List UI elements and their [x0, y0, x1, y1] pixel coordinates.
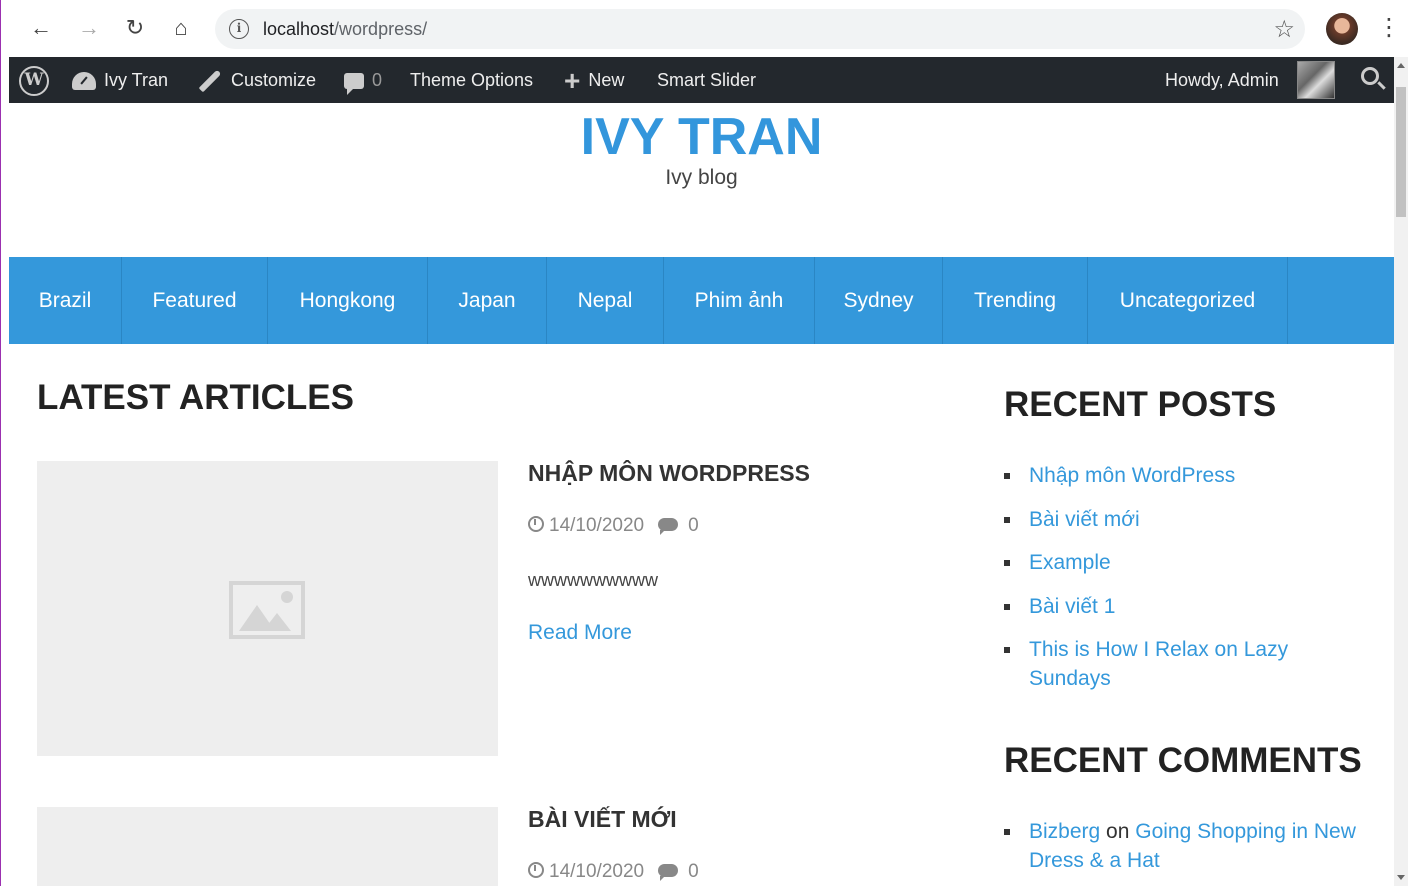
list-item: Bizberg on Going Shopping in New Dress &…	[1004, 817, 1374, 875]
post-title[interactable]: BÀI VIẾT MỚI	[528, 806, 677, 833]
nav-item-featured[interactable]: Featured	[122, 257, 268, 344]
list-item: Example	[1004, 548, 1374, 577]
wp-admin-bar: W Ivy Tran Customize 0 Theme Options + Ne…	[9, 57, 1394, 103]
nav-item-phim-anh[interactable]: Phim ảnh	[664, 257, 815, 344]
address-bar[interactable]: i localhost/wordpress/ ☆	[215, 9, 1305, 49]
admin-avatar[interactable]	[1297, 61, 1335, 99]
home-icon[interactable]: ⌂	[167, 14, 195, 42]
clock-icon	[528, 516, 544, 532]
nav-item-brazil[interactable]: Brazil	[9, 257, 122, 344]
recent-posts-list: Nhập môn WordPress Bài viết mới Example …	[1004, 461, 1374, 708]
post-excerpt: wwwwwwwwww	[528, 570, 658, 590]
post-thumbnail[interactable]	[37, 807, 498, 886]
page-scrollbar[interactable]	[1394, 57, 1408, 886]
recent-posts-heading: RECENT POSTS	[1004, 385, 1277, 424]
post-meta: 14/10/2020 0	[528, 515, 699, 537]
clock-icon	[528, 862, 544, 878]
site-title[interactable]: IVY TRAN	[9, 107, 1394, 167]
comment-author-link[interactable]: Bizberg	[1029, 820, 1100, 843]
nav-item-japan[interactable]: Japan	[428, 257, 547, 344]
browser-menu-icon[interactable]: ⋮	[1377, 14, 1401, 42]
dashboard-icon	[72, 72, 96, 91]
post-date: 14/10/2020	[549, 861, 645, 882]
url-text[interactable]: localhost/wordpress/	[263, 19, 427, 40]
main-navigation: Brazil Featured Hongkong Japan Nepal Phi…	[9, 257, 1394, 344]
adminbar-comments-count: 0	[372, 70, 383, 90]
nav-item-sydney[interactable]: Sydney	[815, 257, 943, 344]
recent-post-link[interactable]: Example	[1029, 551, 1111, 574]
adminbar-howdy[interactable]: Howdy, Admin	[1165, 57, 1279, 103]
nav-item-uncategorized[interactable]: Uncategorized	[1088, 257, 1288, 344]
adminbar-new[interactable]: + New	[564, 57, 624, 103]
browser-toolbar: ← → ↻ ⌂ i localhost/wordpress/ ☆ ⋮	[0, 0, 1408, 57]
post-title[interactable]: NHẬP MÔN WORDPRESS	[528, 460, 810, 487]
adminbar-customize-label: Customize	[231, 70, 317, 90]
adminbar-site-label: Ivy Tran	[104, 70, 169, 90]
comments-icon	[658, 864, 679, 881]
window-edge	[0, 57, 9, 886]
url-host: localhost	[263, 19, 335, 39]
scroll-down-arrow-icon[interactable]	[1397, 875, 1405, 880]
wordpress-logo-icon[interactable]: W	[19, 57, 57, 103]
recent-post-link[interactable]: Nhập môn WordPress	[1029, 464, 1235, 487]
comments-icon	[658, 518, 679, 535]
adminbar-theme-options[interactable]: Theme Options	[410, 57, 533, 103]
site-description: Ivy blog	[665, 166, 738, 189]
bookmark-star-icon[interactable]: ☆	[1273, 15, 1295, 44]
list-item: Bài viết 1	[1004, 592, 1374, 621]
image-placeholder-icon	[229, 581, 305, 639]
nav-item-nepal[interactable]: Nepal	[547, 257, 664, 344]
recent-post-link[interactable]: This is How I Relax on Lazy Sundays	[1029, 638, 1288, 690]
latest-articles-heading: LATEST ARTICLES	[37, 378, 354, 417]
adminbar-site-name[interactable]: Ivy Tran	[72, 57, 168, 103]
post-comments-count: 0	[688, 515, 699, 536]
profile-avatar-icon[interactable]	[1326, 13, 1358, 45]
post-meta: 14/10/2020 0	[528, 861, 699, 883]
plus-icon: +	[564, 65, 581, 97]
brush-icon	[198, 69, 222, 93]
adminbar-smart-slider[interactable]: Smart Slider	[657, 57, 756, 103]
recent-post-link[interactable]: Bài viết mới	[1029, 508, 1140, 531]
back-arrow-icon[interactable]: ←	[27, 14, 55, 42]
nav-item-trending[interactable]: Trending	[943, 257, 1088, 344]
forward-arrow-icon[interactable]: →	[75, 14, 103, 42]
reload-icon[interactable]: ↻	[121, 14, 149, 42]
comment-joiner: on	[1106, 820, 1130, 843]
read-more-link[interactable]: Read More	[528, 621, 632, 645]
recent-comments-heading: RECENT COMMENTS	[1004, 741, 1362, 780]
url-path: /wordpress/	[334, 19, 428, 39]
list-item: Bài viết mới	[1004, 505, 1374, 534]
comment-bubble-icon	[344, 73, 364, 96]
recent-comments-list: Bizberg on Going Shopping in New Dress &…	[1004, 817, 1374, 886]
adminbar-new-label: New	[588, 70, 625, 90]
post-comments-count: 0	[688, 861, 699, 882]
scroll-up-arrow-icon[interactable]	[1397, 63, 1405, 68]
list-item: This is How I Relax on Lazy Sundays	[1004, 635, 1374, 693]
search-icon[interactable]	[1361, 67, 1379, 85]
recent-post-link[interactable]: Bài viết 1	[1029, 595, 1115, 618]
site-info-icon[interactable]: i	[229, 19, 249, 39]
scrollbar-thumb[interactable]	[1396, 87, 1406, 217]
list-item: Nhập môn WordPress	[1004, 461, 1374, 490]
nav-item-hongkong[interactable]: Hongkong	[268, 257, 428, 344]
adminbar-comments[interactable]: 0	[344, 57, 382, 103]
post-thumbnail[interactable]	[37, 461, 498, 756]
post-date: 14/10/2020	[549, 515, 645, 536]
adminbar-customize[interactable]: Customize	[197, 57, 316, 103]
